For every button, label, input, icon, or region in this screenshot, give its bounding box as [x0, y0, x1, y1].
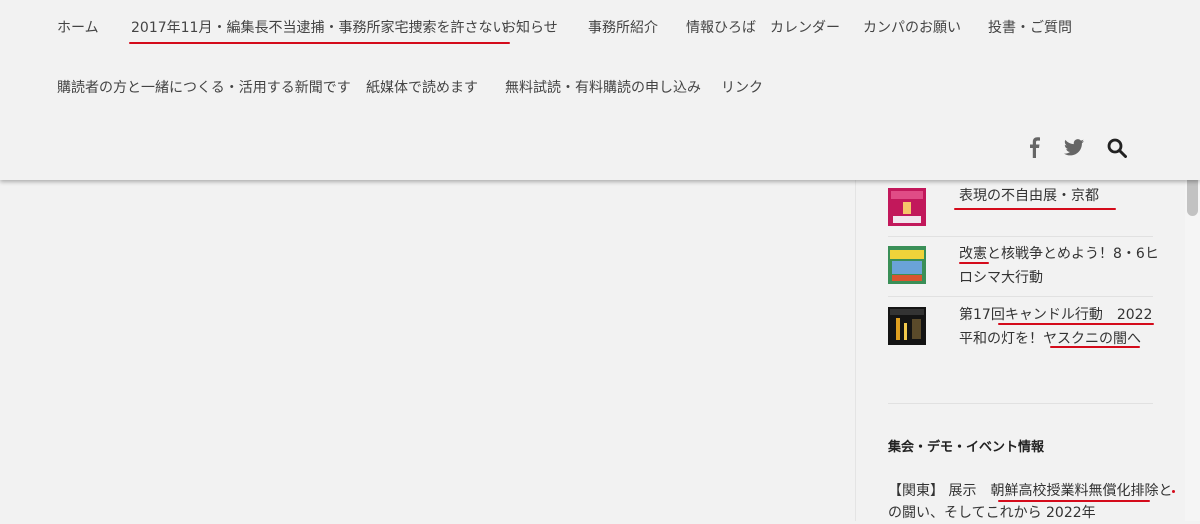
sidebar: 表現の不自由展・京都 改憲と核戦争とめよう！8・6ヒロシマ大行動 第17回キャン…: [855, 180, 1186, 521]
nav-subscribe[interactable]: 無料試読・有料購読の申し込み: [505, 79, 701, 97]
red-underline: [959, 262, 989, 264]
scrollbar[interactable]: [1185, 164, 1200, 521]
nav-links[interactable]: リンク: [721, 79, 763, 97]
nav-print[interactable]: 紙媒体で読めます: [366, 79, 478, 97]
post-title[interactable]: 改憲と核戦争とめよう！8・6ヒロシマ大行動: [959, 242, 1164, 290]
divider: [888, 296, 1153, 297]
red-dot: [1172, 490, 1175, 493]
red-underline: [954, 208, 1116, 210]
site-header: ホーム 2017年11月・編集長不当逮捕・事務所家宅捜索を許さない お知らせ 事…: [0, 0, 1200, 180]
post-thumbnail[interactable]: [888, 246, 926, 284]
divider: [888, 236, 1153, 237]
red-underline: [1050, 346, 1140, 348]
post-thumbnail[interactable]: [888, 188, 926, 226]
red-underline: [998, 323, 1154, 325]
search-icon[interactable]: [1107, 138, 1127, 158]
facebook-icon[interactable]: [1027, 136, 1041, 158]
widget-title: 集会・デモ・イベント情報: [888, 440, 1045, 455]
event-text[interactable]: 【関東】 展示 朝鮮高校授業料無償化排除との闘い、そしてこれから 2022年: [888, 480, 1178, 524]
red-underline: [998, 500, 1150, 502]
nav-readers[interactable]: 購読者の方と一緒につくる・活用する新聞です: [57, 79, 351, 97]
nav-news[interactable]: お知らせ: [502, 19, 558, 37]
post-title[interactable]: 第17回キャンドル行動 2022平和の灯を！ヤスクニの闇へ: [959, 303, 1159, 351]
nav-office[interactable]: 事務所紹介: [588, 19, 658, 37]
nav-arrest-protest[interactable]: 2017年11月・編集長不当逮捕・事務所家宅捜索を許さない: [128, 19, 511, 44]
twitter-icon[interactable]: [1064, 139, 1084, 156]
nav-home[interactable]: ホーム: [57, 19, 99, 37]
post-thumbnail[interactable]: [888, 307, 926, 345]
nav-contact[interactable]: 投書・ご質問: [988, 19, 1072, 37]
nav-donation[interactable]: カンパのお願い: [863, 19, 961, 37]
post-title[interactable]: 表現の不自由展・京都: [959, 184, 1164, 208]
divider: [888, 403, 1153, 404]
nav-calendar[interactable]: 情報ひろば カレンダー: [686, 19, 840, 37]
